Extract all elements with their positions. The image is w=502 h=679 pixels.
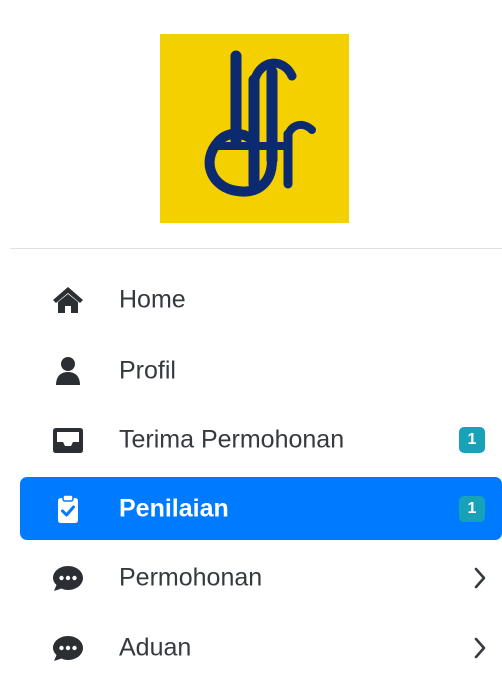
logo[interactable] (160, 34, 349, 223)
sidebar-item-terima-permohonan[interactable]: Terima Permohonan 1 (20, 408, 502, 471)
notification-badge: 1 (459, 495, 485, 522)
comment-dots-icon (52, 563, 84, 593)
sidebar-item-label: Profil (119, 356, 176, 384)
sidebar-item-label: Terima Permohonan (119, 425, 345, 453)
brand-divider (10, 248, 502, 249)
sidebar-item-aduan[interactable]: Aduan (20, 616, 502, 679)
sidebar-item-home[interactable]: Home (20, 268, 502, 331)
home-icon (52, 285, 84, 315)
sidebar-item-permohonan[interactable]: Permohonan (20, 546, 502, 609)
sidebar-item-profil[interactable]: Profil (20, 339, 502, 402)
ijfr-logo-icon (204, 50, 316, 197)
sidebar-item-penilaian[interactable]: Penilaian 1 (20, 477, 502, 540)
sidebar-item-label: Permohonan (119, 563, 263, 591)
comment-dots-icon (52, 633, 84, 663)
user-icon (52, 356, 84, 386)
sidebar-item-label: Aduan (119, 633, 192, 661)
notification-badge: 1 (459, 426, 485, 453)
sidebar-item-label: Penilaian (119, 494, 229, 522)
sidebar-item-label: Home (119, 285, 186, 313)
inbox-icon (52, 425, 84, 455)
brand-area (0, 0, 502, 250)
clipboard-check-icon (52, 493, 84, 524)
chevron-right-icon (472, 636, 488, 660)
chevron-right-icon (472, 566, 488, 590)
